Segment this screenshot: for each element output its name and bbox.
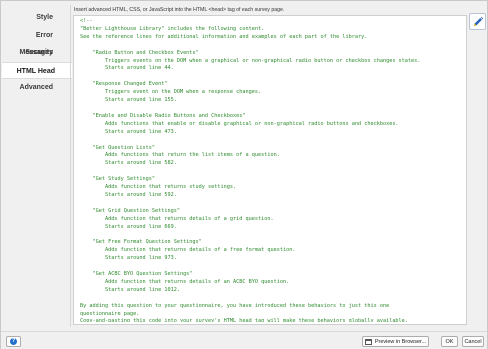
settings-dialog: Style Error Messages Security HTML Head …	[0, 0, 488, 349]
code-line: "Get Study Settings"	[80, 176, 155, 183]
help-icon: ?	[10, 338, 17, 345]
code-line: Starts around line 473.	[80, 128, 177, 135]
instruction-text: Insert advanced HTML, CSS, or JavaScript…	[74, 7, 285, 13]
sidebar-item-style[interactable]: Style	[2, 9, 70, 27]
code-line: Starts around line 669.	[80, 223, 177, 230]
code-line: "Radio Button and Checkbox Events"	[80, 49, 199, 56]
code-line: Starts around line 582.	[80, 160, 177, 167]
code-line: "Get Question Lists"	[80, 144, 155, 151]
code-line: "Response Changed Event"	[80, 81, 168, 88]
sidebar-item-error-messages[interactable]: Error Messages	[2, 27, 70, 57]
sidebar-item-security[interactable]: Security	[2, 44, 70, 62]
code-line: "Better Lighthouse Library" includes the…	[80, 25, 265, 32]
code-editor-content[interactable]: <!-- "Better Lighthouse Library" includes…	[80, 18, 460, 322]
code-editor[interactable]: <!-- "Better Lighthouse Library" includes…	[73, 15, 467, 325]
preview-in-browser-button[interactable]: Preview in Browser...	[362, 336, 429, 347]
code-line: Adds functions that return the list item…	[80, 152, 280, 159]
sidebar: Style Error Messages Security HTML Head …	[2, 9, 72, 329]
code-line: Adds function that returns study setting…	[80, 184, 237, 191]
sidebar-item-html-head[interactable]: HTML Head	[2, 61, 72, 79]
code-line: "Get Free Format Question Settings"	[80, 239, 202, 246]
edit-button[interactable]	[469, 13, 486, 30]
code-line: Triggers events on the DOM when a graphi…	[80, 57, 421, 64]
pencil-icon	[473, 16, 483, 26]
code-line: Starts around line 1012.	[80, 286, 180, 293]
dialog-footer: ? Preview in Browser... OK Cancel	[1, 331, 487, 349]
code-line: By adding this question to your question…	[80, 302, 390, 309]
code-line: Triggers event on the DOM when a respons…	[80, 89, 262, 96]
code-line: questionnaire page.	[80, 310, 140, 317]
code-line: Starts around line 973.	[80, 255, 177, 262]
code-line: "Enable and Disable Radio Buttons and Ch…	[80, 112, 246, 119]
code-line: Adds function that returns details of an…	[80, 278, 290, 285]
code-line: See the reference lines for additional i…	[80, 33, 368, 40]
code-line: "Get Grid Question Settings"	[80, 207, 180, 214]
code-line: <!--	[80, 18, 93, 24]
code-line: Adds function that returns details of a …	[80, 215, 274, 222]
code-line: Starts around line 44.	[80, 65, 174, 72]
code-line: Starts around line 155.	[80, 97, 177, 104]
browser-window-icon	[364, 338, 372, 345]
sidebar-item-advanced[interactable]: Advanced	[2, 79, 70, 97]
code-line: "Get ACBC BYO Question Settings"	[80, 271, 193, 277]
html-head-panel: Insert advanced HTML, CSS, or JavaScript…	[70, 5, 469, 327]
code-line: Starts around line 592.	[80, 191, 177, 198]
code-line: Adds function that returns details of a …	[80, 247, 296, 254]
cancel-button[interactable]: Cancel	[462, 336, 484, 347]
help-button[interactable]: ?	[6, 336, 21, 347]
preview-button-label: Preview in Browser...	[374, 338, 427, 345]
code-line: Adds functions that enable or disable gr…	[80, 120, 399, 127]
ok-button[interactable]: OK	[441, 336, 458, 347]
code-line: Copy-and-pasting this code into your sur…	[80, 318, 408, 322]
